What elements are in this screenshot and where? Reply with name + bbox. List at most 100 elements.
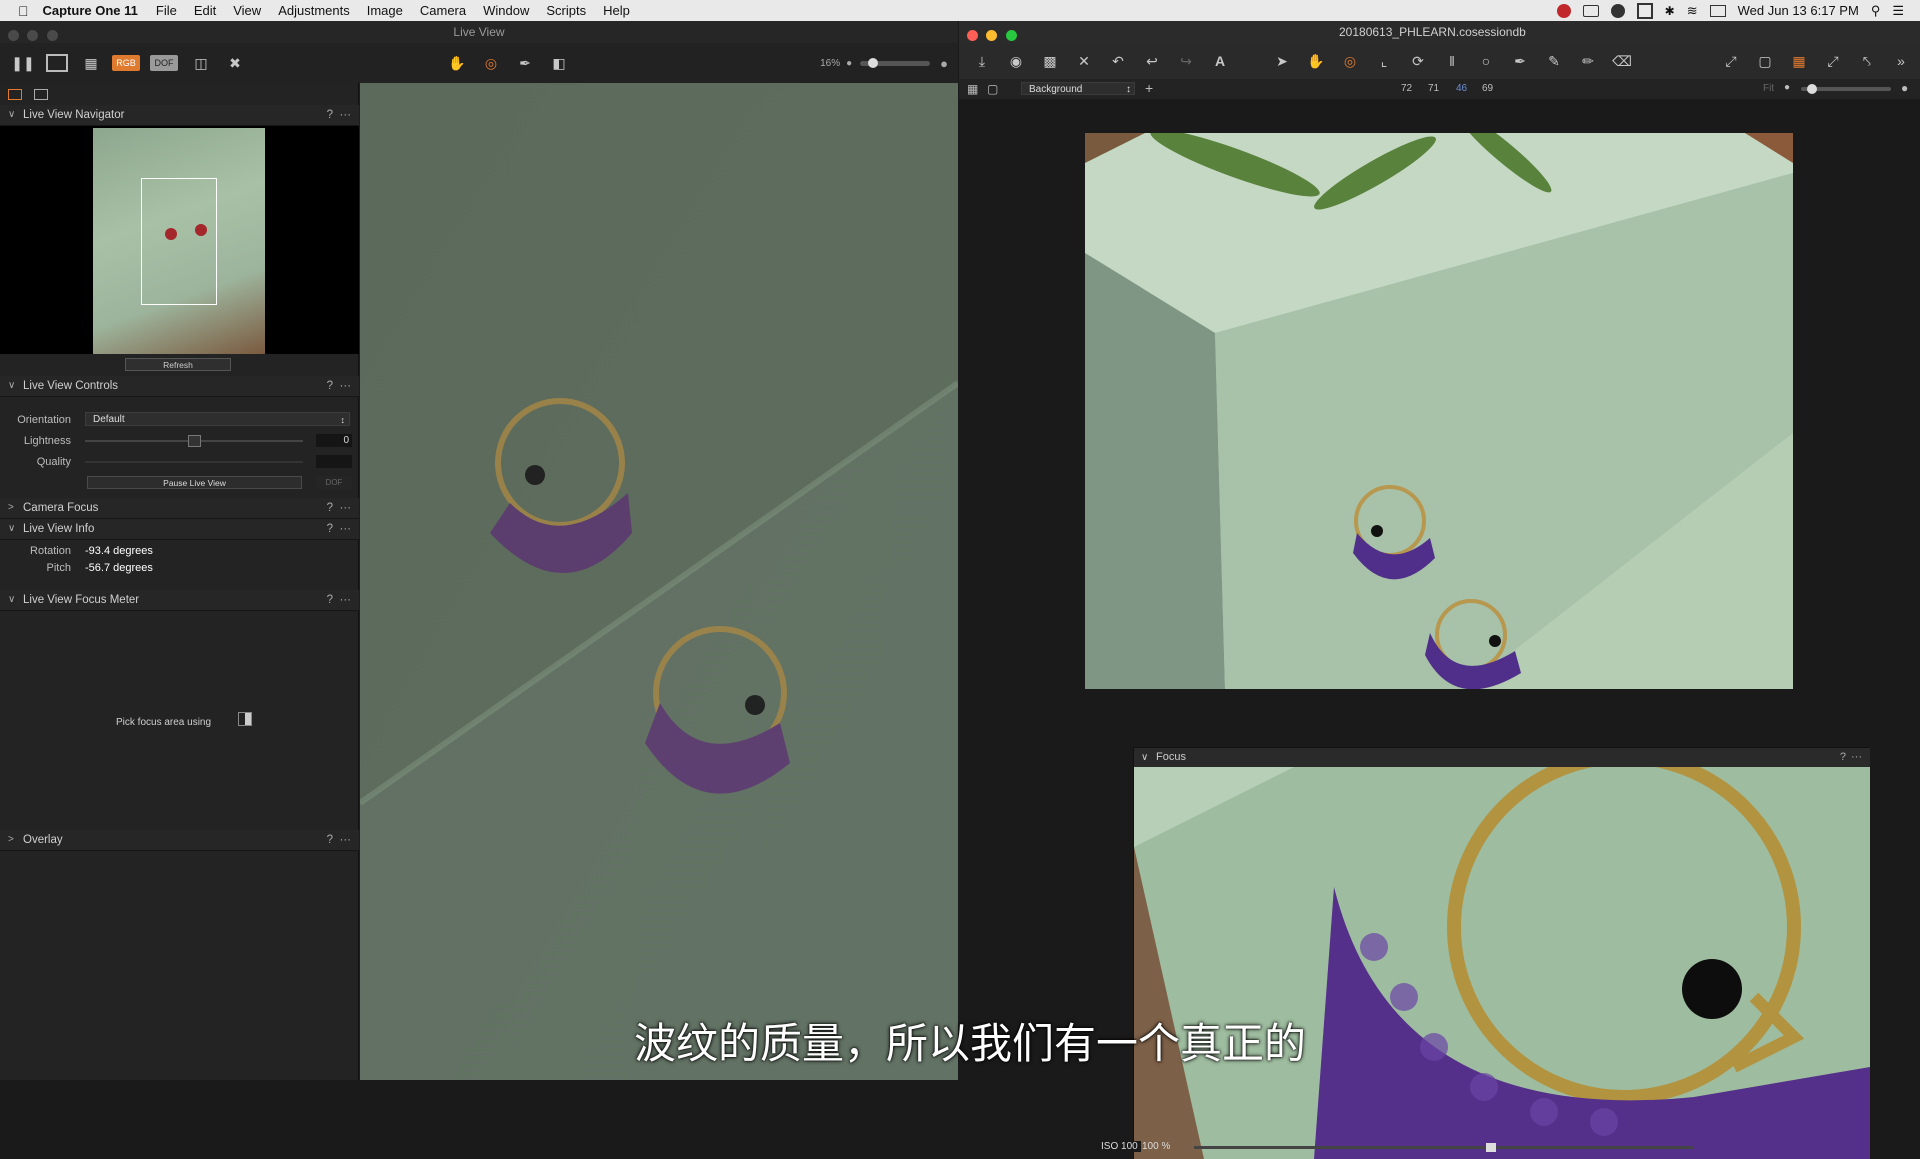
navigator-frame[interactable] [141,178,217,305]
refresh-button[interactable]: Refresh [125,358,231,371]
more-icon[interactable]: ··· [340,376,352,396]
apply-adjustments-icon[interactable]: ⤣ [1856,52,1878,70]
redo-icon[interactable]: ↪ [1175,52,1197,70]
single-view-icon[interactable]: ▢ [987,82,998,96]
more-icon[interactable]: ··· [340,105,352,125]
help-icon[interactable]: ? [1840,748,1846,767]
full-screen-icon[interactable]: ⤢ [1720,52,1742,70]
wifi-icon[interactable]: ≋ [1687,3,1698,19]
spotlight-icon[interactable]: ⚲ [1871,3,1881,19]
minimize-button[interactable] [27,30,39,41]
grid-view-icon[interactable]: ▦ [967,82,978,96]
apple-icon[interactable]:  [18,3,29,19]
close-button[interactable] [967,30,978,41]
tools-icon[interactable]: ✖ [224,54,246,72]
focus-meter-header[interactable]: ∨ Live View Focus Meter ? ··· [0,590,359,611]
help-icon[interactable]: ? [327,519,333,539]
quality-slider[interactable] [85,461,303,463]
viewer-zoom-slider[interactable] [1801,84,1891,94]
orientation-select[interactable]: Default ↕ [85,412,350,426]
dof-button[interactable]: DOF [316,476,352,489]
crop-tool-icon[interactable]: ⌞ [1373,52,1395,70]
text-tool-icon[interactable]: A [1209,52,1231,70]
status-icon-red[interactable] [1556,3,1571,18]
zoom-button[interactable] [46,30,58,41]
rotate-tool-icon[interactable]: ⟳ [1407,52,1429,70]
zoom-slider[interactable] [860,57,931,68]
creative-cloud-icon[interactable] [1610,3,1625,18]
close-x-icon[interactable]: ✕ [1073,52,1095,70]
menu-file[interactable]: File [156,3,177,18]
close-button[interactable] [8,30,19,41]
menu-image[interactable]: Image [367,3,403,18]
brush-tool-icon[interactable]: ✎ [1543,52,1565,70]
overlay-header[interactable]: > Overlay ? ··· [0,830,359,851]
more-icon[interactable]: ··· [340,498,352,518]
lightness-value[interactable]: 0 [316,434,352,447]
help-icon[interactable]: ? [327,376,333,396]
menu-scripts[interactable]: Scripts [546,3,586,18]
overlay-icon[interactable]: ◫ [190,54,212,72]
main-photo[interactable] [1085,133,1793,689]
navigator-preview[interactable] [0,126,359,354]
camera-focus-header[interactable]: > Camera Focus ? ··· [0,498,359,519]
live-view-icon[interactable]: ▩ [1039,52,1061,70]
reset-icon[interactable]: ↶ [1107,52,1129,70]
controls-header[interactable]: ∨ Live View Controls ? ··· [0,376,359,397]
navigator-header[interactable]: ∨ Live View Navigator ? ··· [0,105,359,126]
keystone-tool-icon[interactable]: ‖ [1441,52,1463,70]
minimize-button[interactable] [986,30,998,41]
info-header[interactable]: ∨ Live View Info ? ··· [0,519,359,540]
airplay-icon[interactable] [1709,4,1726,17]
focus-zoom-slider[interactable] [1194,1143,1694,1152]
menu-adjustments[interactable]: Adjustments [278,3,350,18]
tab-live-view-icon[interactable] [8,89,22,100]
help-icon[interactable]: ? [327,498,333,518]
focus-tool-window[interactable]: ∨ Focus ? ··· ISO 100 100 % [1098,747,1870,1159]
menu-edit[interactable]: Edit [194,3,216,18]
bluetooth-icon[interactable]: ✱ [1665,4,1675,18]
copy-adjustments-icon[interactable]: ⤢ [1822,52,1844,70]
display-icon[interactable] [1582,4,1599,17]
single-view-icon[interactable] [46,54,68,72]
hand-tool-icon[interactable]: ✋ [446,54,468,72]
undo-icon[interactable]: ↩ [1141,52,1163,70]
pause-icon[interactable]: ❚❚ [11,54,34,72]
grid-view-icon[interactable]: ▦ [80,54,102,72]
layer-select[interactable]: Background ↕ [1021,82,1135,95]
pause-live-view-button[interactable]: Pause Live View [87,476,302,489]
help-icon[interactable]: ? [327,105,333,125]
menu-window[interactable]: Window [483,3,529,18]
notification-center-icon[interactable]: ☰ [1892,3,1904,19]
dof-toggle[interactable]: DOF [150,55,178,71]
overflow-icon[interactable]: » [1890,52,1912,70]
mask-tool-icon[interactable]: ✏ [1577,52,1599,70]
import-icon[interactable]: ⤓ [971,52,993,70]
add-layer-icon[interactable]: + [1145,80,1153,96]
app-menu[interactable]: Capture One 11 [43,3,138,18]
select-tool-icon[interactable]: ➤ [1271,52,1293,70]
help-icon[interactable]: ? [327,590,333,610]
live-view-image[interactable] [360,83,958,1080]
proof-icon[interactable]: ▦ [1788,52,1810,70]
picker-tool-icon[interactable]: ✒ [1509,52,1531,70]
quality-value[interactable] [316,455,352,468]
rgb-toggle[interactable]: RGB [112,55,140,71]
grid-icon[interactable]: ▢ [1754,52,1776,70]
more-icon[interactable]: ··· [340,830,352,850]
eraser-tool-icon[interactable]: ⌫ [1611,52,1633,70]
menu-help[interactable]: Help [603,3,630,18]
focus-tool-header[interactable]: ∨ Focus ? ··· [1134,748,1870,767]
image-viewer[interactable]: ∨ Focus ? ··· ISO 100 100 % [959,99,1920,1159]
spot-tool-icon[interactable]: ○ [1475,52,1497,70]
tab-camera-icon[interactable] [34,89,49,100]
pan-tool-icon[interactable]: ✋ [1305,52,1327,70]
focus-tool-icon[interactable]: ◎ [480,54,502,72]
menu-camera[interactable]: Camera [420,3,466,18]
dropbox-icon[interactable] [1636,2,1653,19]
chevron-down-icon[interactable]: ∨ [1141,748,1148,767]
menu-view[interactable]: View [233,3,261,18]
more-icon[interactable]: ··· [340,519,352,539]
zoom-tool-icon[interactable]: ◎ [1339,52,1361,70]
focus-loupe-image[interactable] [1134,767,1870,1159]
